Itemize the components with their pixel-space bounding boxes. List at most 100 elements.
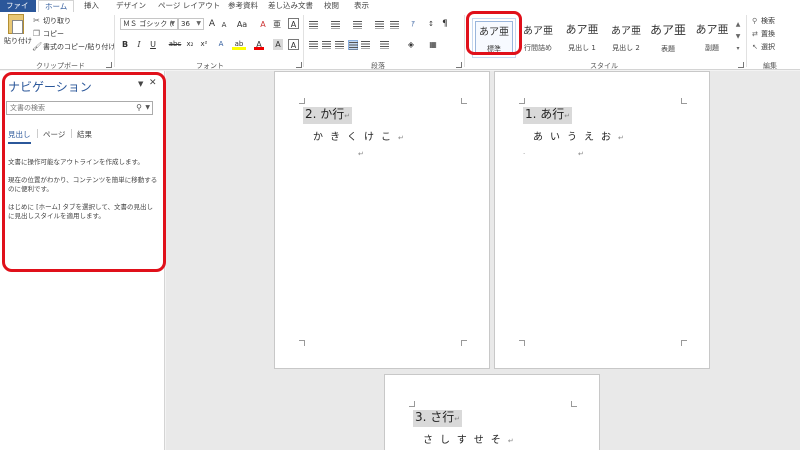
font-size-select[interactable]: 36 ▼ <box>178 18 204 30</box>
select-button[interactable]: ↖ 選択 <box>752 42 775 53</box>
borders-button[interactable]: ▦ <box>426 39 440 50</box>
tab-mailings[interactable]: 差し込み文書 <box>262 0 319 12</box>
document-page[interactable]: 1. あ行↵ あいうえお↵ · ↵ <box>494 71 710 369</box>
body-sa[interactable]: さしすせそ↵ <box>423 431 514 446</box>
align-right-button[interactable] <box>335 40 345 50</box>
cut-button[interactable]: ✂ 切り取り <box>32 15 71 26</box>
crop-mark <box>519 340 525 346</box>
multilevel-list-button[interactable] <box>353 20 363 30</box>
brush-icon: 🖌 <box>32 42 43 51</box>
heading-text: 3. さ行 <box>415 410 455 424</box>
subscript-button[interactable]: x₂ <box>184 39 196 50</box>
select-label: 選択 <box>761 43 775 51</box>
body-a[interactable]: あいうえお↵ <box>533 128 624 143</box>
clear-format-button[interactable]: A <box>258 19 268 30</box>
replace-button[interactable]: ⇄ 置換 <box>752 29 775 40</box>
phonetic-guide-button[interactable]: 亜 <box>272 19 282 30</box>
crop-mark <box>681 98 687 104</box>
enclose-char-button[interactable]: A <box>288 18 299 29</box>
chevron-up-icon[interactable]: ▲ <box>734 19 742 31</box>
line-spacing-button[interactable] <box>380 40 390 50</box>
line-spacing-icon <box>380 41 389 49</box>
strikethrough-button[interactable]: abc <box>166 39 184 50</box>
search-icon: ⚲ <box>752 17 758 25</box>
sort-button[interactable]: ↕ <box>424 19 438 30</box>
format-painter-label: 書式のコピー/貼り付け <box>43 43 116 51</box>
tab-view[interactable]: 表示 <box>348 0 375 12</box>
heading-sa[interactable]: 3. さ行↵ <box>413 410 463 427</box>
tab-insert[interactable]: 挿入 <box>78 0 105 12</box>
crop-mark <box>571 401 577 407</box>
style-heading-2[interactable]: あア亜 見出し 2 <box>604 18 648 58</box>
grow-font-button[interactable]: A <box>207 19 217 30</box>
change-case-button[interactable]: Aa <box>235 19 249 30</box>
tab-design[interactable]: デザイン <box>110 0 152 12</box>
text-effects-button[interactable]: A <box>215 39 227 50</box>
justify-button[interactable] <box>348 40 358 50</box>
tab-home[interactable]: ホーム <box>38 0 75 12</box>
align-left-button[interactable] <box>309 40 319 50</box>
format-painter-button[interactable]: 🖌書式のコピー/貼り付け <box>32 41 115 52</box>
align-right-icon <box>335 41 344 49</box>
crop-mark <box>681 340 687 346</box>
style-preview: あア亜 <box>649 23 686 37</box>
return-mark-icon: ↵ <box>344 112 351 120</box>
return-mark-icon: ↵ <box>507 437 514 445</box>
document-page[interactable]: 2. か行↵ かきくけこ↵ ↵ <box>274 71 490 369</box>
replace-label: 置換 <box>761 30 775 38</box>
style-preview: あア亜 <box>695 23 729 36</box>
clipboard-launcher-icon[interactable] <box>106 62 112 68</box>
tab-review[interactable]: 校閲 <box>318 0 345 12</box>
align-left-icon <box>309 41 318 49</box>
style-name: 見出し 2 <box>612 44 640 52</box>
font-color-button[interactable]: A <box>254 39 264 50</box>
heading-text: 2. か行 <box>305 107 345 121</box>
shrink-font-button[interactable]: A <box>219 20 229 31</box>
distributed-button[interactable] <box>361 40 371 50</box>
heading-ka[interactable]: 2. か行↵ <box>303 107 353 124</box>
body-text: かきくけこ <box>313 132 398 143</box>
paste-button[interactable]: 貼り付け <box>4 14 32 58</box>
show-marks-button[interactable]: ¶ <box>440 19 450 30</box>
find-button[interactable]: ⚲ 検索 <box>752 16 775 27</box>
style-subtitle[interactable]: あア亜 副題 <box>690 18 734 58</box>
bullets-button[interactable] <box>309 20 319 30</box>
numbering-button[interactable] <box>331 20 341 30</box>
italic-button[interactable]: I <box>134 39 144 50</box>
copy-button[interactable]: ❐ コピー <box>32 28 64 39</box>
char-shading-button[interactable]: A <box>273 39 283 50</box>
font-name-select[interactable]: ＭＳ ゴシック (. ▼ <box>120 18 178 30</box>
document-area[interactable]: 2. か行↵ かきくけこ↵ ↵ 1. あ行↵ あいうえお↵ · ↵ 3. さ行↵… <box>166 71 800 450</box>
tab-file[interactable]: ファイル <box>0 0 36 22</box>
highlight-color-button[interactable]: ab <box>232 39 246 50</box>
more-styles-icon[interactable]: ▾ <box>734 43 742 55</box>
heading-a[interactable]: 1. あ行↵ <box>523 107 573 124</box>
body-ka[interactable]: かきくけこ↵ <box>313 128 404 143</box>
increase-indent-button[interactable] <box>390 20 400 30</box>
style-heading-1[interactable]: あア亜 見出し 1 <box>560 18 604 58</box>
paragraph-mark-icon: ↵ <box>578 150 584 158</box>
ime-tools-button[interactable]: ｱ <box>406 19 420 30</box>
tab-page-layout[interactable]: ページ レイアウト <box>152 0 226 12</box>
shading-button[interactable]: ◈ <box>404 39 418 50</box>
return-mark-icon: ↵ <box>618 134 624 142</box>
style-title[interactable]: あア亜 表題 <box>646 18 690 58</box>
paragraph-launcher-icon[interactable] <box>456 62 462 68</box>
font-launcher-icon[interactable] <box>296 62 302 68</box>
align-center-button[interactable] <box>322 40 332 50</box>
bold-button[interactable]: B <box>120 39 130 50</box>
style-no-spacing[interactable]: あア亜 行間詰め <box>516 18 560 58</box>
style-normal-highlight <box>466 11 522 55</box>
styles-launcher-icon[interactable] <box>738 62 744 68</box>
tab-references[interactable]: 参考資料 <box>222 0 264 12</box>
group-divider <box>303 15 304 67</box>
crop-mark <box>299 98 305 104</box>
char-border-button[interactable]: A <box>288 39 299 50</box>
copy-label: コピー <box>43 30 64 38</box>
decrease-indent-button[interactable] <box>375 20 385 30</box>
chevron-down-icon[interactable]: ▼ <box>734 31 742 43</box>
underline-button[interactable]: U <box>148 39 158 50</box>
document-page[interactable]: 3. さ行↵ さしすせそ↵ <box>384 374 600 450</box>
superscript-button[interactable]: x² <box>198 39 210 50</box>
styles-scroll[interactable]: ▲ ▼ ▾ <box>734 19 742 55</box>
